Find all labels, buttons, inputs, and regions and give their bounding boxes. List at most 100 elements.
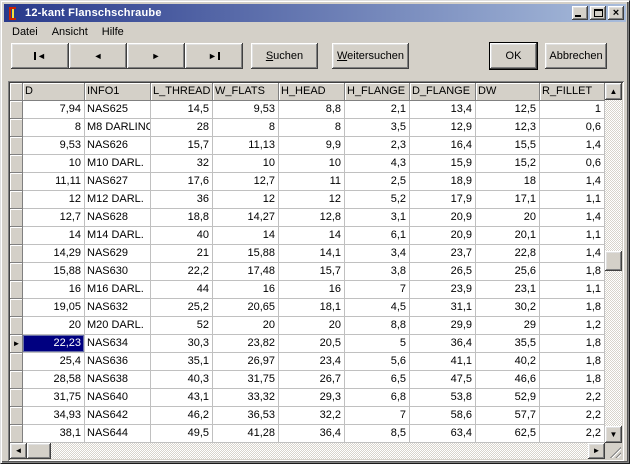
cell[interactable]: 17,48 xyxy=(213,263,279,281)
column-header-d_flange[interactable]: D_FLANGE xyxy=(410,83,476,101)
vertical-scrollbar[interactable]: ▲ ▼ xyxy=(605,83,622,443)
minimize-button[interactable] xyxy=(572,6,588,20)
cell[interactable]: 18,9 xyxy=(410,173,476,191)
cell[interactable]: 15,7 xyxy=(151,137,213,155)
cancel-button[interactable]: Abbrechen xyxy=(545,43,607,69)
resize-grip[interactable] xyxy=(608,445,621,458)
cell[interactable]: 12 xyxy=(23,191,85,209)
cell[interactable]: 57,7 xyxy=(476,407,540,425)
cell[interactable]: 15,9 xyxy=(410,155,476,173)
first-record-button[interactable]: ◄ xyxy=(11,43,69,69)
cell[interactable]: 33,32 xyxy=(213,389,279,407)
cell[interactable]: 20,5 xyxy=(279,335,345,353)
cell[interactable]: 8 xyxy=(279,119,345,137)
row-header[interactable] xyxy=(10,425,23,443)
cell[interactable]: 12 xyxy=(279,191,345,209)
maximize-button[interactable] xyxy=(590,6,606,20)
cell[interactable]: 26,7 xyxy=(279,371,345,389)
cell[interactable]: 14 xyxy=(213,227,279,245)
titlebar[interactable]: 12-kant Flanschschraube × xyxy=(4,4,626,22)
search-next-button[interactable]: Weitersuchen xyxy=(332,43,409,69)
cell[interactable]: 13,4 xyxy=(410,101,476,119)
current-record-marker[interactable]: ► xyxy=(10,335,23,353)
column-header-l_thread[interactable]: L_THREAD xyxy=(151,83,213,101)
cell[interactable]: 38,1 xyxy=(23,425,85,443)
cell[interactable]: 30,2 xyxy=(476,299,540,317)
cell[interactable]: 3,1 xyxy=(345,209,410,227)
cell[interactable]: 7,94 xyxy=(23,101,85,119)
cell[interactable]: NAS629 xyxy=(85,245,151,263)
cell[interactable]: 4,5 xyxy=(345,299,410,317)
cell[interactable]: NAS634 xyxy=(85,335,151,353)
cell[interactable]: NAS630 xyxy=(85,263,151,281)
cell[interactable]: 8 xyxy=(23,119,85,137)
cell[interactable]: 15,88 xyxy=(23,263,85,281)
cell[interactable]: 3,8 xyxy=(345,263,410,281)
previous-record-button[interactable]: ◄ xyxy=(69,43,127,69)
scroll-down-button[interactable]: ▼ xyxy=(605,426,622,443)
cell[interactable]: 36,53 xyxy=(213,407,279,425)
cell[interactable]: 14 xyxy=(279,227,345,245)
cell[interactable]: 21 xyxy=(151,245,213,263)
cell[interactable]: 17,6 xyxy=(151,173,213,191)
cell[interactable]: 15,88 xyxy=(213,245,279,263)
cell[interactable]: 34,93 xyxy=(23,407,85,425)
row-header[interactable] xyxy=(10,155,23,173)
cell[interactable]: 62,5 xyxy=(476,425,540,443)
cell[interactable]: 40,2 xyxy=(476,353,540,371)
cell[interactable]: 47,5 xyxy=(410,371,476,389)
cell[interactable]: M12 DARL. xyxy=(85,191,151,209)
cell[interactable]: 58,6 xyxy=(410,407,476,425)
cell[interactable]: 35,1 xyxy=(151,353,213,371)
cell[interactable]: 17,9 xyxy=(410,191,476,209)
cell[interactable]: 0,6 xyxy=(540,155,605,173)
cell[interactable]: 1,4 xyxy=(540,137,605,155)
cell[interactable]: 2,2 xyxy=(540,389,605,407)
column-header-r_fillet[interactable]: R_FILLET xyxy=(540,83,605,101)
cell[interactable]: 63,4 xyxy=(410,425,476,443)
cell[interactable]: 12,9 xyxy=(410,119,476,137)
cell[interactable]: 36,4 xyxy=(410,335,476,353)
cell[interactable]: 3,4 xyxy=(345,245,410,263)
cell[interactable]: 1,1 xyxy=(540,227,605,245)
row-header[interactable] xyxy=(10,353,23,371)
scroll-left-button[interactable]: ◄ xyxy=(10,443,27,459)
row-header[interactable] xyxy=(10,407,23,425)
cell[interactable]: 31,1 xyxy=(410,299,476,317)
cell[interactable]: 26,97 xyxy=(213,353,279,371)
menu-item-hilfe[interactable]: Hilfe xyxy=(95,24,131,40)
horizontal-scroll-thumb[interactable] xyxy=(27,443,51,459)
column-header-dw[interactable]: DW xyxy=(476,83,540,101)
cell[interactable]: 10 xyxy=(279,155,345,173)
cell[interactable]: NAS626 xyxy=(85,137,151,155)
cell[interactable]: 1,8 xyxy=(540,335,605,353)
cell[interactable]: NAS640 xyxy=(85,389,151,407)
column-header-h_head[interactable]: H_HEAD xyxy=(279,83,345,101)
cell[interactable]: 43,1 xyxy=(151,389,213,407)
cell[interactable]: M8 DARLING xyxy=(85,119,151,137)
row-header[interactable] xyxy=(10,263,23,281)
next-record-button[interactable]: ► xyxy=(127,43,185,69)
cell[interactable]: 14,5 xyxy=(151,101,213,119)
cell[interactable]: 1,4 xyxy=(540,245,605,263)
close-button[interactable]: × xyxy=(608,6,624,20)
cell[interactable]: NAS625 xyxy=(85,101,151,119)
cell[interactable]: 1,8 xyxy=(540,371,605,389)
cell[interactable]: 2,2 xyxy=(540,425,605,443)
cell[interactable]: 14,27 xyxy=(213,209,279,227)
cell[interactable]: 46,6 xyxy=(476,371,540,389)
cell[interactable]: 23,82 xyxy=(213,335,279,353)
row-header[interactable] xyxy=(10,119,23,137)
cell[interactable]: 8,5 xyxy=(345,425,410,443)
cell[interactable]: 16 xyxy=(23,281,85,299)
cell[interactable]: 1,8 xyxy=(540,299,605,317)
column-header-h_flange[interactable]: H_FLANGE xyxy=(345,83,410,101)
cell[interactable]: 1,1 xyxy=(540,191,605,209)
cell[interactable]: 11,13 xyxy=(213,137,279,155)
row-header[interactable] xyxy=(10,173,23,191)
cell[interactable]: NAS636 xyxy=(85,353,151,371)
cell[interactable]: 53,8 xyxy=(410,389,476,407)
cell[interactable]: 23,9 xyxy=(410,281,476,299)
horizontal-scroll-track[interactable] xyxy=(27,443,588,459)
column-header-info1[interactable]: INFO1 xyxy=(85,83,151,101)
